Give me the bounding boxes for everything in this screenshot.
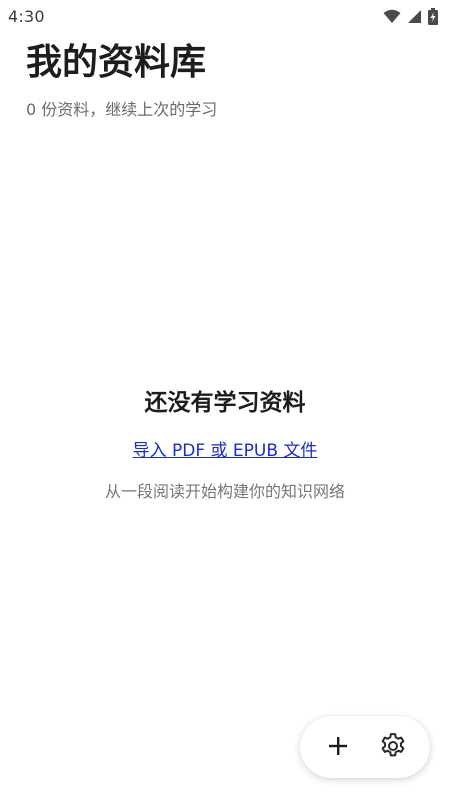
floating-action-group bbox=[300, 716, 430, 778]
empty-state-hint: 从一段阅读开始构建你的知识网络 bbox=[104, 482, 345, 501]
status-time: 4:30 bbox=[8, 6, 45, 26]
add-icon bbox=[327, 735, 349, 760]
status-icons bbox=[383, 7, 438, 25]
wifi-icon bbox=[383, 9, 401, 24]
empty-state: 还没有学习资料 导入 PDF 或 EPUB 文件 从一段阅读开始构建你的知识网络 bbox=[0, 386, 450, 504]
status-bar: 4:30 bbox=[0, 0, 450, 32]
cellular-signal-icon bbox=[407, 9, 422, 24]
library-count-subtitle: 0 份资料，继续上次的学习 bbox=[26, 100, 218, 119]
page-title: 我的资料库 bbox=[26, 42, 207, 83]
import-file-link[interactable]: 导入 PDF 或 EPUB 文件 bbox=[133, 438, 318, 464]
empty-state-title: 还没有学习资料 bbox=[144, 390, 306, 416]
battery-charging-icon bbox=[428, 7, 438, 25]
add-button[interactable] bbox=[316, 725, 360, 769]
settings-button[interactable] bbox=[371, 725, 415, 769]
app-screen: 4:30 我的资料库 0 份资料，继续上次的学习 还没有学习资料 导入 PDF … bbox=[0, 0, 450, 800]
gear-icon bbox=[378, 731, 408, 764]
